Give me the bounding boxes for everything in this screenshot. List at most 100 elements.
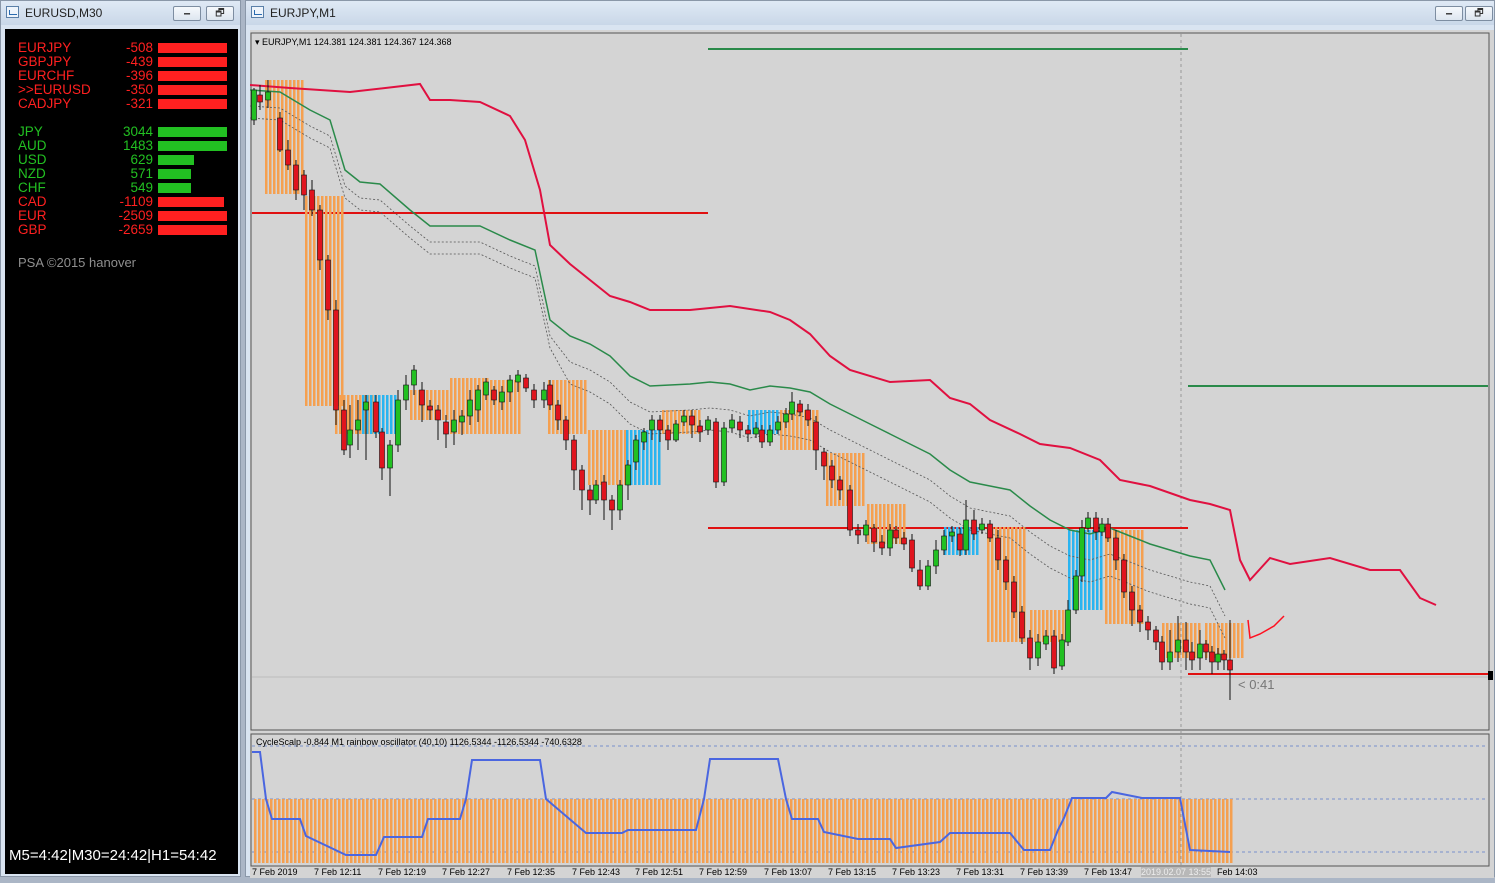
histogram-column xyxy=(426,390,429,420)
histogram-column xyxy=(1096,530,1099,610)
oscillator-bar xyxy=(1046,799,1049,863)
oscillator-bar xyxy=(906,799,909,863)
candle-body xyxy=(963,519,969,551)
candle-body xyxy=(689,415,695,426)
candle-body xyxy=(925,565,931,587)
histogram-column xyxy=(362,395,365,434)
oscillator-bar xyxy=(1130,799,1133,863)
chart-area[interactable]: ▾ EURJPY,M1 124.381 124.381 124.367 124.… xyxy=(249,30,1494,878)
histogram-column xyxy=(854,453,857,506)
candle-body xyxy=(837,479,843,491)
oscillator-bar xyxy=(758,799,761,863)
oscillator-bar xyxy=(810,799,813,863)
oscillator-bar xyxy=(826,799,829,863)
oscillator-bar xyxy=(538,799,541,863)
candle-body xyxy=(729,419,735,429)
oscillator-bar xyxy=(310,799,313,863)
histogram-column xyxy=(596,430,599,485)
candle-body xyxy=(813,421,819,451)
oscillator-bar xyxy=(698,799,701,863)
oscillator-bar xyxy=(710,799,713,863)
strength-value: -508 xyxy=(125,40,153,55)
oscillator-bar xyxy=(1022,799,1025,863)
oscillator-bar xyxy=(794,799,797,863)
oscillator-bar xyxy=(274,799,277,863)
price-chart[interactable] xyxy=(249,30,1494,878)
oscillator-bar xyxy=(762,799,765,863)
oscillator-bar xyxy=(506,799,509,863)
eurusd-m30-window[interactable]: EURUSD,M30 🗕 🗗 EURJPY -508 GBPJPY -439 EURCH… xyxy=(0,0,241,877)
oscillator-bar xyxy=(606,799,609,863)
histogram-column xyxy=(576,380,579,434)
candle-body xyxy=(531,389,537,401)
symbol-label: AUD xyxy=(18,138,47,153)
oscillator-header: CycleScalp -0.844 M1 rainbow oscillator … xyxy=(256,737,582,747)
oscillator-bar xyxy=(254,799,257,863)
oscillator-bar xyxy=(334,799,337,863)
maximize-button[interactable]: 🗗 xyxy=(1465,6,1493,21)
candle-body xyxy=(1183,639,1189,653)
oscillator-bar xyxy=(990,799,993,863)
oscillator-bar xyxy=(938,799,941,863)
histogram-column xyxy=(862,453,865,506)
oscillator-bar xyxy=(878,799,881,863)
histogram-column xyxy=(1241,623,1244,658)
histogram-column xyxy=(410,390,413,420)
symbol-label: EUR xyxy=(18,208,47,223)
histogram-column xyxy=(514,380,517,434)
oscillator-bar xyxy=(494,799,497,863)
histogram-column xyxy=(442,390,445,420)
oscillator-bar xyxy=(450,799,453,863)
eurjpy-m1-window[interactable]: EURJPY,M1 🗕 🗗 ▾ EURJPY,M1 124.381 124.38… xyxy=(245,0,1495,878)
histogram-column xyxy=(580,380,583,434)
histogram-column xyxy=(842,453,845,506)
oscillator-bar xyxy=(830,799,833,863)
candle-body xyxy=(443,421,449,435)
oscillator-bar xyxy=(850,799,853,863)
minimize-button[interactable]: 🗕 xyxy=(173,6,201,21)
candle-body xyxy=(887,529,893,549)
oscillator-bar xyxy=(398,799,401,863)
candle-body xyxy=(957,533,963,551)
oscillator-bar xyxy=(706,799,709,863)
oscillator-bar xyxy=(1090,799,1093,863)
window-titlebar[interactable]: EURUSD,M30 🗕 🗗 xyxy=(1,1,240,25)
oscillator-bar xyxy=(442,799,445,863)
symbol-label: CHF xyxy=(18,180,46,195)
histogram-column xyxy=(347,395,350,434)
oscillator-bar xyxy=(818,799,821,863)
oscillator-bar xyxy=(1210,799,1213,863)
candle-body xyxy=(1129,591,1135,611)
oscillator-bar xyxy=(986,799,989,863)
oscillator-bar xyxy=(514,799,517,863)
candle-body xyxy=(863,524,869,536)
candle-body xyxy=(1221,653,1227,661)
candle-body xyxy=(379,431,385,469)
candle-body xyxy=(265,91,271,101)
candle-body xyxy=(617,484,623,511)
window-titlebar[interactable]: EURJPY,M1 🗕 🗗 xyxy=(246,1,1494,25)
oscillator-bar xyxy=(614,799,617,863)
oscillator-bar xyxy=(298,799,301,863)
time-axis-label: 7 Feb 12:43 xyxy=(572,867,621,877)
strength-value: -1109 xyxy=(119,194,153,209)
minimize-button[interactable]: 🗕 xyxy=(1435,6,1463,21)
strength-value: 629 xyxy=(130,152,153,167)
candle-body xyxy=(293,164,299,191)
oscillator-bar xyxy=(1158,799,1161,863)
oscillator-bar xyxy=(278,799,281,863)
oscillator-bar xyxy=(486,799,489,863)
symbol-label: CAD xyxy=(18,194,47,209)
time-axis-label: 7 Feb 12:35 xyxy=(507,867,556,877)
oscillator-bar xyxy=(498,799,501,863)
candle-body xyxy=(427,405,433,411)
oscillator-bar xyxy=(1062,799,1065,863)
strength-bar xyxy=(158,211,227,221)
time-axis-label: 7 Feb 2019 xyxy=(252,867,298,877)
maximize-button[interactable]: 🗗 xyxy=(206,6,234,21)
candle-body xyxy=(665,429,671,441)
histogram-column xyxy=(1092,530,1095,610)
oscillator-bar xyxy=(1030,799,1033,863)
oscillator-bar xyxy=(406,799,409,863)
strength-row-eurusd: >>EURUSD -350 xyxy=(5,83,238,97)
